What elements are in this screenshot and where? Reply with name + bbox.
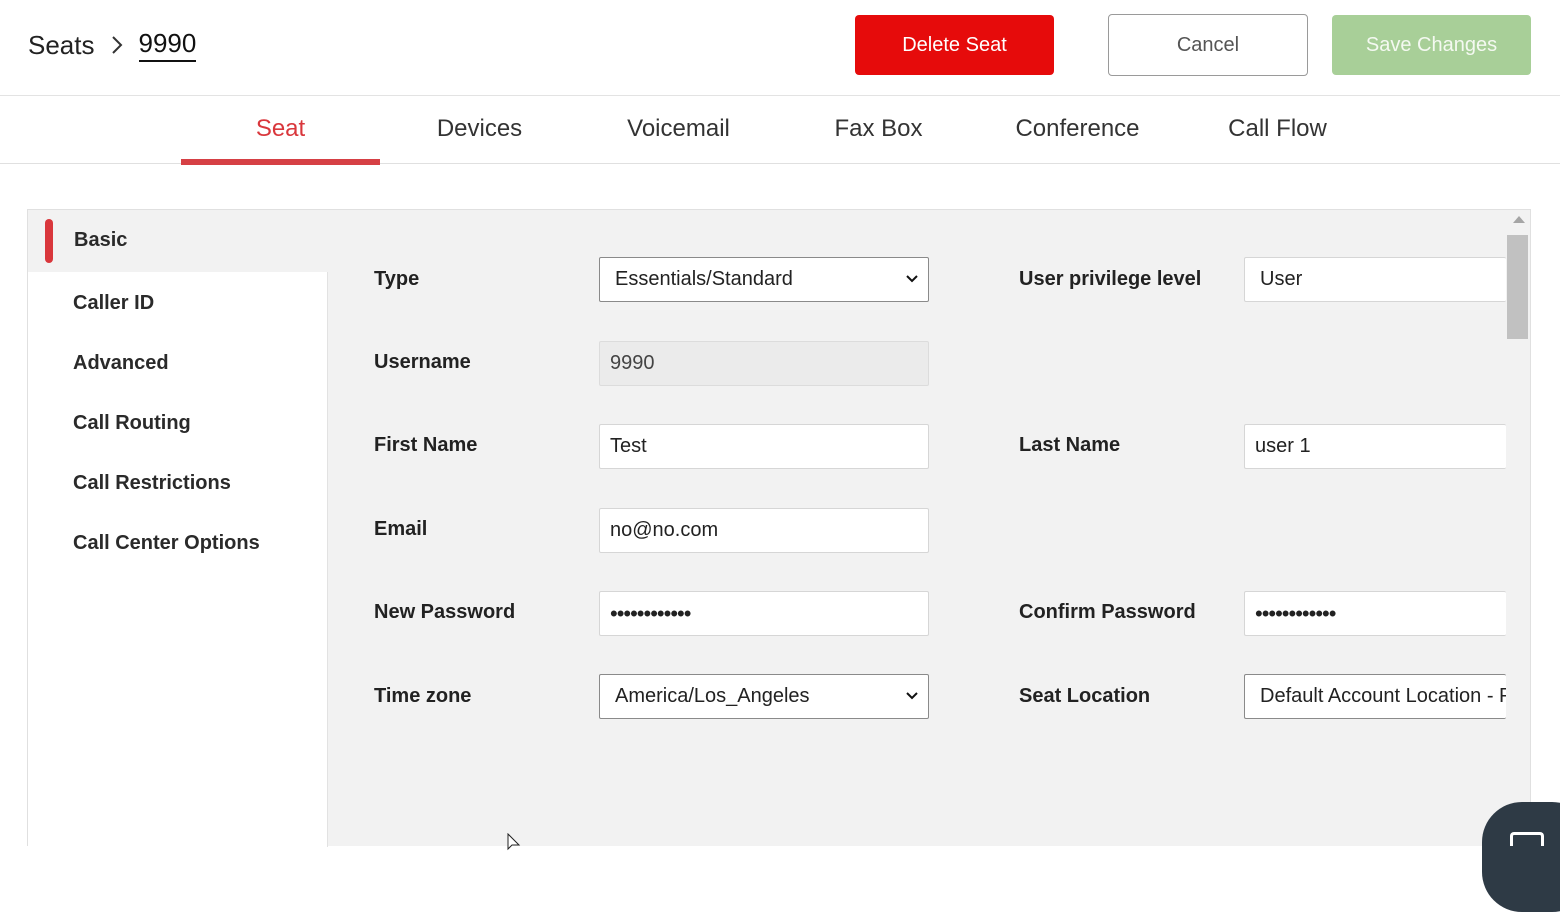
breadcrumb-current-seat: 9990 [138,28,197,62]
sidemenu-item-basic[interactable]: Basic [28,210,328,272]
save-changes-button[interactable]: Save Changes [1332,15,1531,75]
tab-fax-box[interactable]: Fax Box [779,96,978,162]
confirm-password-label: Confirm Password [1019,601,1196,623]
new-password-value: •••••••••••• [610,600,691,626]
privilege-value: User [1260,268,1303,290]
cancel-button[interactable]: Cancel [1108,14,1308,76]
last-name-field[interactable]: user 1 [1244,424,1506,469]
privilege-field[interactable]: User [1244,257,1506,302]
timezone-select[interactable]: America/Los_Angeles [599,674,929,719]
scrollbar-thumb[interactable] [1507,235,1528,339]
mouse-cursor-icon [507,833,521,851]
scroll-up-arrow-icon[interactable] [1513,216,1525,223]
username-label: Username [374,351,471,373]
privilege-label: User privilege level [1019,268,1202,290]
tab-devices[interactable]: Devices [380,96,579,162]
type-label: Type [374,268,420,290]
chat-icon [1510,832,1544,846]
tab-bar: Seat Devices Voicemail Fax Box Conferenc… [0,96,1560,165]
tab-call-flow[interactable]: Call Flow [1178,96,1377,162]
new-password-label: New Password [374,601,516,623]
breadcrumb-seats-link[interactable]: Seats [28,30,95,61]
sidemenu-item-call-restrictions[interactable]: Call Restrictions [73,472,231,495]
panel-scrollbar[interactable] [1506,210,1530,847]
email-label: Email [374,518,428,540]
email-value: no@no.com [610,519,719,541]
section-sidemenu: Caller ID Advanced Call Routing Call Res… [28,272,328,847]
last-name-label: Last Name [1019,434,1121,456]
sidemenu-item-label: Basic [74,229,128,251]
active-indicator [45,219,53,263]
sidemenu-item-call-center-options[interactable]: Call Center Options [73,532,260,555]
breadcrumb: Seats 9990 [28,28,197,62]
last-name-value: user 1 [1255,435,1311,457]
type-select-value: Essentials/Standard [615,268,793,290]
chevron-right-icon [111,36,122,54]
first-name-value: Test [610,435,647,457]
tab-voicemail[interactable]: Voicemail [579,96,778,162]
first-name-field[interactable]: Test [599,424,929,469]
username-field: 9990 [599,341,929,386]
sidemenu-item-caller-id[interactable]: Caller ID [73,292,154,315]
timezone-select-value: America/Los_Angeles [615,685,810,707]
sidemenu-item-call-routing[interactable]: Call Routing [73,412,191,435]
seat-settings-panel: Basic Caller ID Advanced Call Routing Ca… [27,209,1531,847]
tab-conference[interactable]: Conference [978,96,1177,162]
chevron-down-icon [906,275,918,283]
new-password-field[interactable]: •••••••••••• [599,591,929,636]
seat-location-value: Default Account Location - P [1260,685,1506,707]
username-value: 9990 [610,352,655,374]
seat-location-label: Seat Location [1019,685,1151,707]
chevron-down-icon [906,692,918,700]
seat-location-select[interactable]: Default Account Location - P [1244,674,1506,719]
sidemenu-item-advanced[interactable]: Advanced [73,352,169,375]
timezone-label: Time zone [374,685,472,707]
type-select[interactable]: Essentials/Standard [599,257,929,302]
page-header: Seats 9990 Delete Seat Cancel Save Chang… [0,0,1560,96]
first-name-label: First Name [374,434,478,456]
chat-launcher-button[interactable] [1482,802,1560,912]
delete-seat-button[interactable]: Delete Seat [855,15,1054,75]
confirm-password-value: •••••••••••• [1255,600,1336,626]
tab-seat[interactable]: Seat [181,96,380,165]
confirm-password-field[interactable]: •••••••••••• [1244,591,1506,636]
email-field[interactable]: no@no.com [599,508,929,553]
